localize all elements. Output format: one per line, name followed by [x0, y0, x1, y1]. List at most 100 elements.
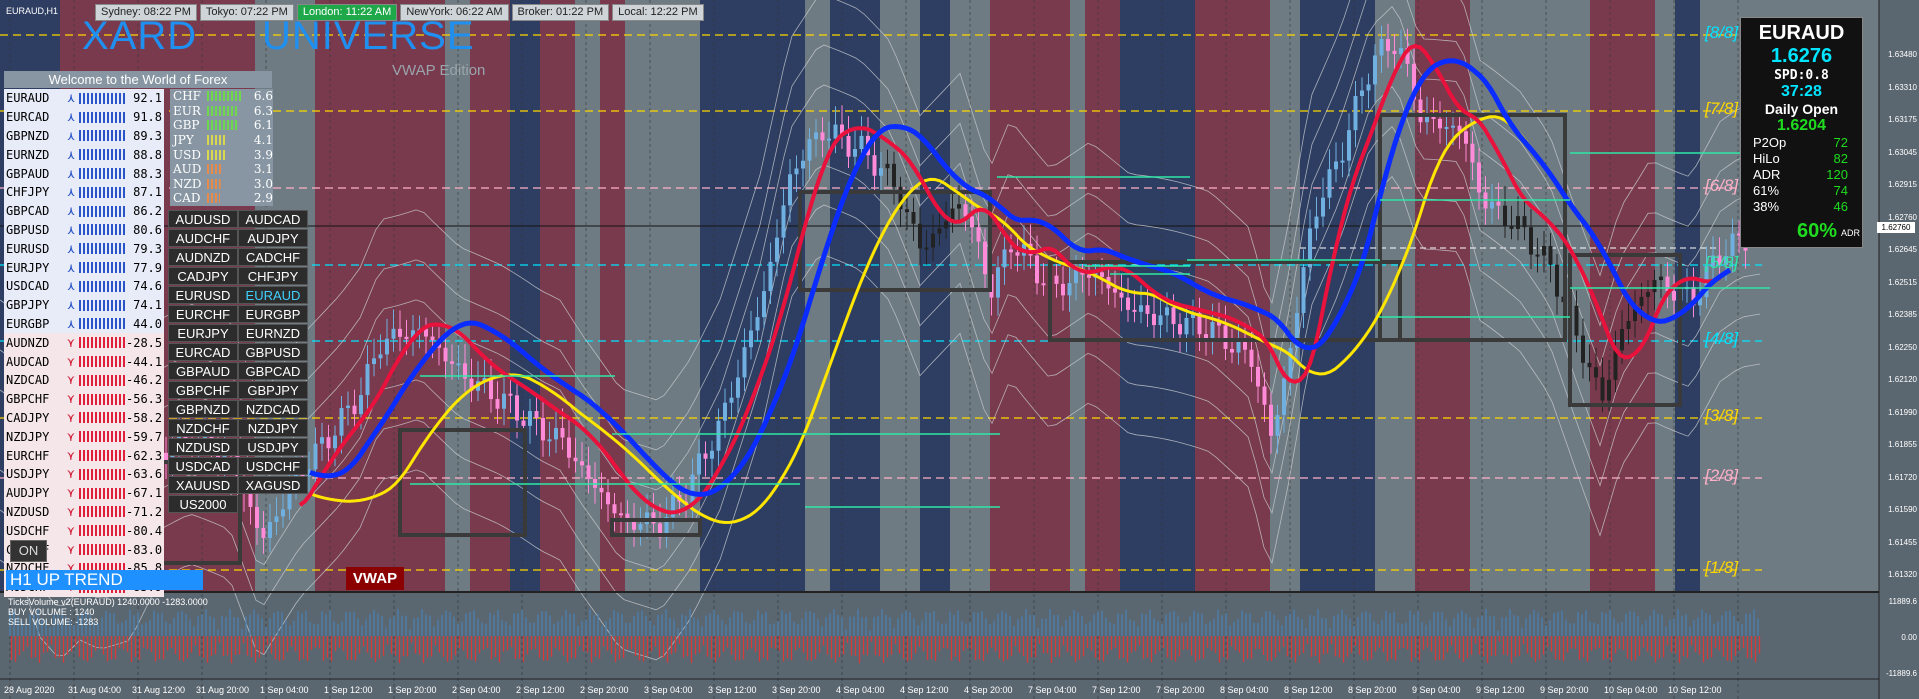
info-spread: SPD:0.8 — [1774, 68, 1829, 83]
pair-row: GBPCHF GBPJPY — [168, 381, 308, 400]
vwap-button[interactable]: VWAP — [346, 567, 404, 590]
strength-row[interactable]: USDCHF ⋎ -80.4 — [4, 521, 164, 541]
pair-button-gbpaud[interactable]: GBPAUD — [168, 362, 238, 380]
pair-button-nzdchf[interactable]: NZDCHF — [168, 419, 238, 437]
pair-button-gbpcad[interactable]: GBPCAD — [238, 362, 308, 380]
session-band — [575, 0, 600, 592]
strength-row[interactable]: EURAUD ⋏ 92.1 — [4, 89, 164, 108]
strength-row[interactable]: EURJPY ⋏ 77.9 — [4, 258, 164, 277]
candle-body — [352, 405, 357, 415]
strength-row[interactable]: EURCHF ⋎ -62.3 — [4, 446, 164, 465]
strength-row[interactable]: AUDJPY ⋎ -67.1 — [4, 483, 164, 503]
candle-body — [853, 149, 857, 157]
pair-button-eurgbp[interactable]: EURGBP — [238, 305, 308, 323]
strength-row[interactable]: EURNZD ⋏ 88.8 — [4, 145, 164, 165]
currency-value: 6.1 — [253, 118, 273, 133]
pair-row: EURCHF EURGBP — [168, 305, 308, 324]
strength-value: 44.0 — [133, 316, 162, 331]
candle-body — [1015, 252, 1020, 256]
strength-row[interactable]: AUDNZD ⋎ -28.5 — [4, 333, 164, 353]
pair-button-usdchf[interactable]: USDCHF — [238, 457, 308, 475]
strength-row[interactable]: GBPJPY ⋏ 74.1 — [4, 295, 164, 315]
pair-button-chfjpy[interactable]: CHFJPY — [238, 267, 308, 285]
pair-button-eurchf[interactable]: EURCHF — [168, 305, 238, 323]
strength-row[interactable]: USDCAD ⋏ 74.6 — [4, 276, 164, 296]
candle-body — [905, 209, 909, 213]
candle-body — [1366, 84, 1371, 91]
pair-button-usdcad[interactable]: USDCAD — [168, 457, 238, 475]
pair-button-cadchf[interactable]: CADCHF — [238, 248, 308, 266]
strength-row[interactable]: GBPNZD ⋏ 89.3 — [4, 126, 164, 146]
pair-button-gbpjpy[interactable]: GBPJPY — [238, 381, 308, 399]
strength-row[interactable]: USDJPY ⋎ -63.6 — [4, 464, 164, 484]
candle-body — [1256, 366, 1260, 387]
strength-row[interactable]: NZDUSD ⋎ -71.2 — [4, 502, 164, 522]
strength-row[interactable]: NZDCAD ⋎ -46.2 — [4, 370, 164, 390]
pair-button-eurusd[interactable]: EURUSD — [168, 286, 238, 304]
candle-body — [1139, 305, 1143, 312]
candle-body — [1607, 379, 1611, 401]
candle-body — [1360, 90, 1364, 97]
pair-button-eurnzd[interactable]: EURNZD — [238, 324, 308, 342]
on-toggle-button[interactable]: ON — [10, 540, 47, 562]
pair-button-audchf[interactable]: AUDCHF — [168, 229, 238, 247]
strength-symbol: AUDCAD — [6, 354, 50, 369]
pair-button-eurjpy[interactable]: EURJPY — [168, 324, 238, 342]
candle-body — [541, 418, 545, 441]
time-scale-label: 7 Sep 20:00 — [1156, 685, 1205, 695]
strength-row[interactable]: AUDCAD ⋎ -44.1 — [4, 352, 164, 371]
strength-row[interactable]: CHFJPY ⋏ 87.1 — [4, 182, 164, 202]
strength-row[interactable]: GBPUSD ⋏ 80.6 — [4, 220, 164, 240]
pair-row: EURJPY EURNZD — [168, 324, 308, 343]
pair-button-usdjpy[interactable]: USDJPY — [238, 438, 308, 456]
candle-body — [372, 358, 376, 365]
pair-button-gbpnzd[interactable]: GBPNZD — [168, 400, 238, 418]
strength-row[interactable]: GBPCHF ⋎ -56.3 — [4, 389, 164, 409]
candle-body — [931, 233, 935, 248]
pair-button-gbpusd[interactable]: GBPUSD — [238, 343, 308, 361]
pair-button-audnzd[interactable]: AUDNZD — [168, 248, 238, 266]
price-scale-label: 1.61990 — [1888, 407, 1917, 417]
strength-row[interactable]: GBPCAD ⋏ 86.2 — [4, 201, 164, 221]
time-scale-label: 28 Aug 2020 — [4, 685, 55, 695]
pair-button-audjpy[interactable]: AUDJPY — [238, 229, 308, 247]
murrey-label: [4/8] — [1705, 329, 1739, 348]
info-price: 1.6276 — [1770, 45, 1833, 67]
strength-bars — [79, 299, 127, 311]
pair-button-audcad[interactable]: AUDCAD — [238, 210, 308, 228]
murrey-label: [6/8] — [1705, 176, 1739, 195]
pair-button-cadjpy[interactable]: CADJPY — [168, 267, 238, 285]
strength-row[interactable]: CADJPY ⋎ -58.2 — [4, 408, 164, 428]
strength-bars — [79, 149, 127, 161]
pair-button-euraud[interactable]: EURAUD — [238, 286, 308, 304]
candle-body — [1035, 255, 1039, 284]
down-arrow-icon: ⋎ — [67, 504, 75, 519]
candle-body — [697, 453, 701, 475]
murrey-label: [8/8] — [1705, 23, 1739, 42]
time-scale-label: 1 Sep 04:00 — [260, 685, 309, 695]
pair-button-audusd[interactable]: AUDUSD — [168, 210, 238, 228]
pair-button-xauusd[interactable]: XAUUSD — [168, 476, 238, 494]
candle-body — [567, 437, 571, 458]
candle-body — [1327, 169, 1332, 198]
candle-body — [879, 168, 883, 176]
currency-name: CAD — [173, 191, 201, 206]
currency-row: CHF 6.6 — [170, 89, 273, 104]
pair-button-us2000[interactable]: US2000 — [168, 495, 238, 513]
strength-row[interactable]: EURCAD ⋏ 91.8 — [4, 107, 164, 127]
pair-button-gbpchf[interactable]: GBPCHF — [168, 381, 238, 399]
currency-bar — [207, 105, 243, 116]
pair-button-xagusd[interactable]: XAGUSD — [238, 476, 308, 494]
info-daily-open: 1.6204 — [1777, 117, 1826, 134]
pair-button-eurcad[interactable]: EURCAD — [168, 343, 238, 361]
strength-row[interactable]: EURGBP ⋏ 44.0 — [4, 314, 164, 334]
strength-bars — [79, 130, 127, 142]
strength-row[interactable]: GBPAUD ⋏ 88.3 — [4, 164, 164, 183]
strength-row[interactable]: EURUSD ⋏ 79.3 — [4, 239, 164, 259]
pair-button-nzdcad[interactable]: NZDCAD — [238, 400, 308, 418]
time-scale-label: 8 Sep 04:00 — [1220, 685, 1269, 695]
pair-button-nzdjpy[interactable]: NZDJPY — [238, 419, 308, 437]
pair-button-nzdusd[interactable]: NZDUSD — [168, 438, 238, 456]
candle-body — [1672, 291, 1676, 301]
strength-row[interactable]: NZDJPY ⋎ -59.7 — [4, 427, 164, 447]
